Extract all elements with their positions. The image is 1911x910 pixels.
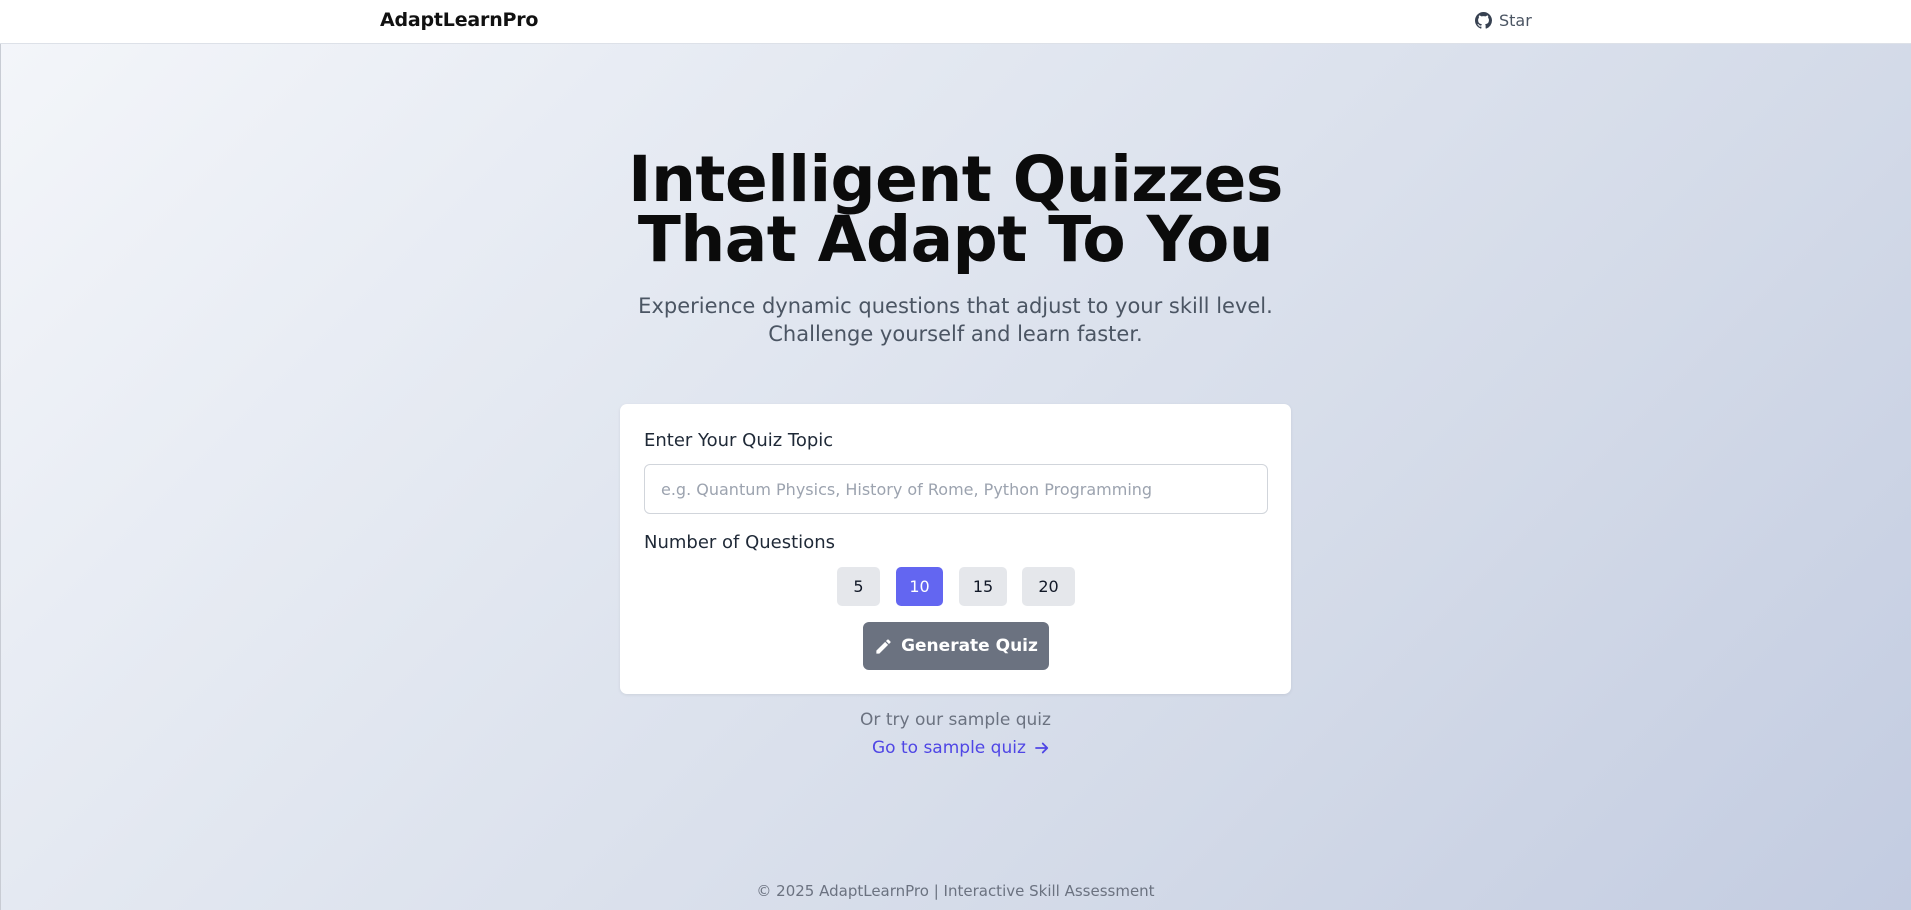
hero-title-line-2: That Adapt To You	[637, 203, 1274, 276]
arrow-right-icon	[1033, 739, 1051, 757]
topic-label: Enter Your Quiz Topic	[644, 430, 834, 451]
footer-copyright: © 2025 AdaptLearnPro | Interactive Skill…	[756, 882, 1155, 900]
sample-quiz-link[interactable]: Go to sample quiz	[872, 738, 1051, 758]
sample-quiz-link-label: Go to sample quiz	[872, 738, 1026, 758]
star-label: Star	[1499, 11, 1532, 30]
top-navbar: AdaptLearnPro Star	[0, 0, 1911, 44]
sample-quiz-prompt: Or try our sample quiz	[860, 710, 1051, 730]
github-icon	[1475, 12, 1492, 29]
count-option-5[interactable]: 5	[837, 567, 880, 606]
quiz-form-card: Enter Your Quiz Topic Number of Question…	[620, 404, 1291, 694]
hero-title: Intelligent Quizzes That Adapt To You	[0, 143, 1911, 276]
hero-subtitle-line-1: Experience dynamic questions that adjust…	[638, 294, 1273, 318]
hero-subtitle-line-2: Challenge yourself and learn faster.	[768, 322, 1143, 346]
generate-quiz-label: Generate Quiz	[901, 636, 1038, 656]
hero-subtitle: Experience dynamic questions that adjust…	[0, 292, 1911, 348]
github-star-link[interactable]: Star	[1475, 11, 1532, 30]
topic-input[interactable]	[644, 464, 1268, 514]
pencil-icon	[874, 637, 893, 656]
generate-quiz-button[interactable]: Generate Quiz	[863, 622, 1049, 670]
count-option-10[interactable]: 10	[896, 567, 943, 606]
count-option-20[interactable]: 20	[1022, 567, 1075, 606]
count-option-15[interactable]: 15	[959, 567, 1007, 606]
hero-title-line-1: Intelligent Quizzes	[628, 143, 1283, 216]
question-count-label: Number of Questions	[644, 532, 835, 553]
brand-logo[interactable]: AdaptLearnPro	[380, 9, 538, 31]
